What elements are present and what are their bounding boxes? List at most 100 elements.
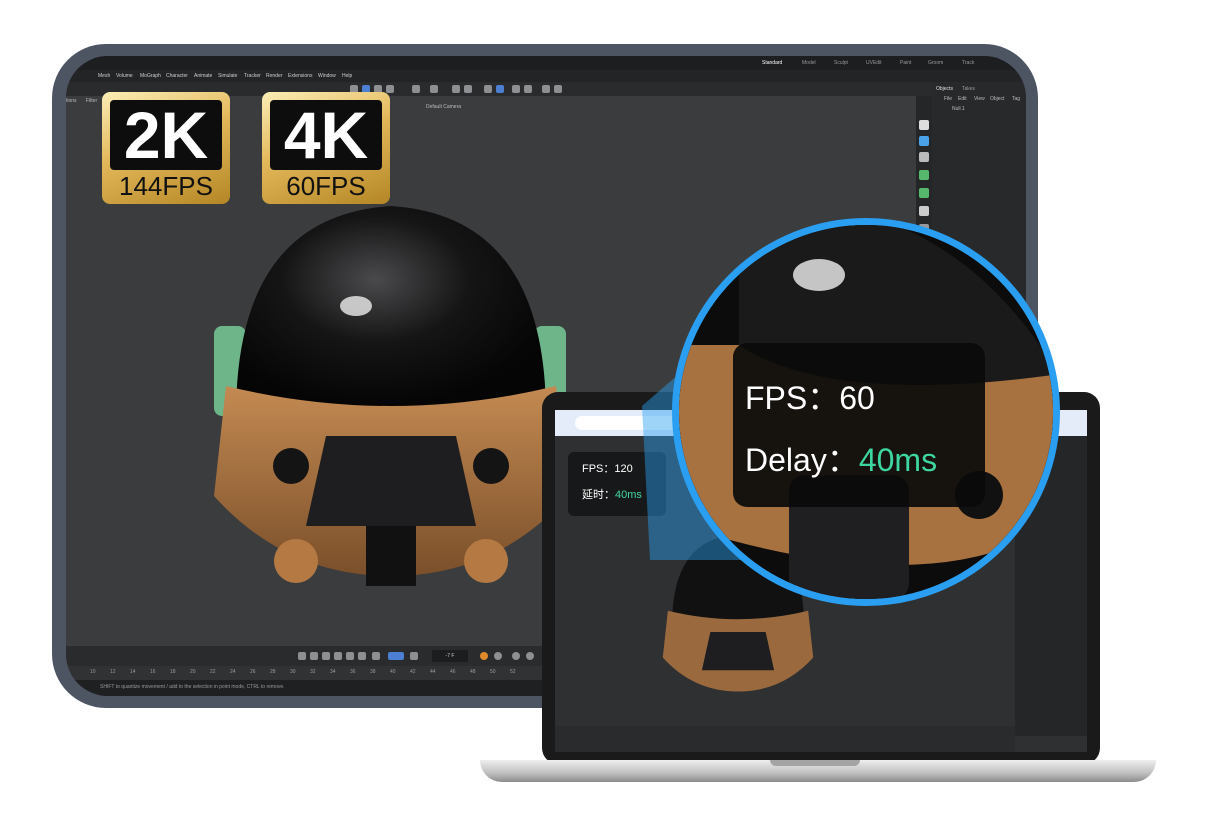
ruler-tick: 28 — [270, 669, 276, 675]
magnifier: FPS：60 Delay：40ms — [672, 218, 1060, 606]
workplane-icon[interactable] — [496, 85, 504, 93]
keyframe-options-icon[interactable] — [526, 652, 534, 660]
tab-sculpt[interactable]: Sculpt — [834, 60, 848, 66]
status-text: SHIFT to quantize movement / add to the … — [100, 684, 285, 690]
grid-icon[interactable] — [484, 85, 492, 93]
dome-highlight — [340, 296, 372, 316]
left-canister — [274, 539, 318, 583]
goto-end-icon[interactable] — [372, 652, 380, 660]
menu-extensions[interactable]: Extensions — [288, 73, 312, 79]
laptop-delay-line: 延时：40ms — [582, 486, 642, 502]
keyframe-icon[interactable] — [512, 652, 520, 660]
sound-icon[interactable] — [410, 652, 418, 660]
chin-block — [366, 526, 416, 586]
primitive-icon[interactable] — [919, 136, 929, 146]
respirator — [306, 436, 476, 526]
badge-2k-resolution: 2K — [110, 100, 222, 170]
ruler-tick: 52 — [510, 669, 516, 675]
prev-frame-icon[interactable] — [322, 652, 330, 660]
delay-label: 延时： — [582, 489, 615, 501]
camera-label[interactable]: Default Camera — [426, 104, 461, 110]
tool-palette — [916, 96, 932, 246]
mag-delay-label: Delay： — [745, 442, 859, 478]
goto-start-icon[interactable] — [298, 652, 306, 660]
delay-value: 40ms — [615, 489, 642, 501]
frame-icon[interactable] — [430, 85, 438, 93]
fps-value: 120 — [614, 463, 633, 475]
viewport-menu-filter[interactable]: Filter — [86, 98, 97, 104]
laptop-notch — [770, 760, 860, 766]
play-icon[interactable] — [334, 652, 342, 660]
mag-fps-line: FPS：60 — [745, 373, 875, 419]
ruler-tick: 46 — [450, 669, 456, 675]
panel-menu-object[interactable]: Object — [990, 96, 1004, 102]
ruler-tick: 42 — [410, 669, 416, 675]
menu-character[interactable]: Character — [166, 73, 188, 79]
tab-standard[interactable]: Standard — [762, 60, 782, 66]
ruler-tick: 48 — [470, 669, 476, 675]
tab-uvedit[interactable]: UVEdit — [866, 60, 882, 66]
ruler-tick: 44 — [430, 669, 436, 675]
viewport-menu-options[interactable]: tions — [66, 98, 77, 104]
cube-icon[interactable] — [919, 120, 929, 130]
rotate-tool-icon[interactable] — [386, 85, 394, 93]
panel-menu-file[interactable]: File — [944, 96, 952, 102]
ruler-tick: 14 — [130, 669, 136, 675]
prev-key-icon[interactable] — [310, 652, 318, 660]
takes-tab[interactable]: Takes — [962, 86, 975, 92]
render-view-icon[interactable] — [524, 85, 532, 93]
menu-simulate[interactable]: Simulate — [218, 73, 237, 79]
deformer-icon[interactable] — [919, 206, 929, 216]
mograph-icon[interactable] — [919, 188, 929, 198]
ruler-tick: 32 — [310, 669, 316, 675]
fps-label: FPS： — [582, 463, 615, 475]
snap-icon[interactable] — [464, 85, 472, 93]
ruler-tick: 20 — [190, 669, 196, 675]
menu-tracker[interactable]: Tracker — [244, 73, 261, 79]
menu-window[interactable]: Window — [318, 73, 336, 79]
magnifier-stats-card: FPS：60 Delay：40ms — [733, 343, 985, 507]
menu-mesh[interactable]: Mesh — [98, 73, 110, 79]
laptop-stats-overlay: FPS：120 延时：40ms — [568, 452, 666, 516]
record-icon[interactable] — [480, 652, 488, 660]
generator-icon[interactable] — [919, 170, 929, 180]
autokey-icon[interactable] — [494, 652, 502, 660]
render-region-icon[interactable] — [512, 85, 520, 93]
next-key-icon[interactable] — [358, 652, 366, 660]
laptop-fps-line: FPS：120 — [582, 460, 633, 476]
ruler-tick: 36 — [350, 669, 356, 675]
ruler-tick: 30 — [290, 669, 296, 675]
picture-viewer-icon[interactable] — [554, 85, 562, 93]
panel-menu-view[interactable]: View — [974, 96, 985, 102]
tab-model[interactable]: Model — [802, 60, 816, 66]
right-vent — [473, 448, 509, 484]
menu-mograph[interactable]: MoGraph — [140, 73, 161, 79]
menu-render[interactable]: Render — [266, 73, 282, 79]
mag-delay-value: 40ms — [858, 442, 938, 478]
mag-delay-line: Delay：40ms — [745, 435, 937, 481]
mag-fps-value: 60 — [839, 380, 875, 416]
mode-tabs-bar: Standard Model Sculpt UVEdit Paint Groom… — [66, 56, 1026, 70]
loop-icon[interactable] — [388, 652, 404, 660]
objects-tab[interactable]: Objects — [936, 86, 953, 92]
render-settings-icon[interactable] — [542, 85, 550, 93]
panel-menu-tag[interactable]: Tag — [1012, 96, 1020, 102]
ruler-tick: 26 — [250, 669, 256, 675]
tab-track[interactable]: Track — [962, 60, 974, 66]
text-icon[interactable] — [919, 152, 929, 162]
menu-help[interactable]: Help — [342, 73, 352, 79]
ruler-tick: 50 — [490, 669, 496, 675]
menu-animate[interactable]: Animate — [194, 73, 212, 79]
panel-menu-edit[interactable]: Edit — [958, 96, 967, 102]
tab-groom[interactable]: Groom — [928, 60, 943, 66]
next-frame-icon[interactable] — [346, 652, 354, 660]
frame-field[interactable]: -7 F — [432, 650, 468, 662]
ruler-tick: 12 — [110, 669, 116, 675]
ruler-tick: 40 — [390, 669, 396, 675]
menu-volume[interactable]: Volume — [116, 73, 133, 79]
magnet-icon[interactable] — [452, 85, 460, 93]
tab-paint[interactable]: Paint — [900, 60, 911, 66]
object-null[interactable]: Null.1 — [952, 106, 965, 112]
ruler-tick: 18 — [170, 669, 176, 675]
axis-icon[interactable] — [412, 85, 420, 93]
